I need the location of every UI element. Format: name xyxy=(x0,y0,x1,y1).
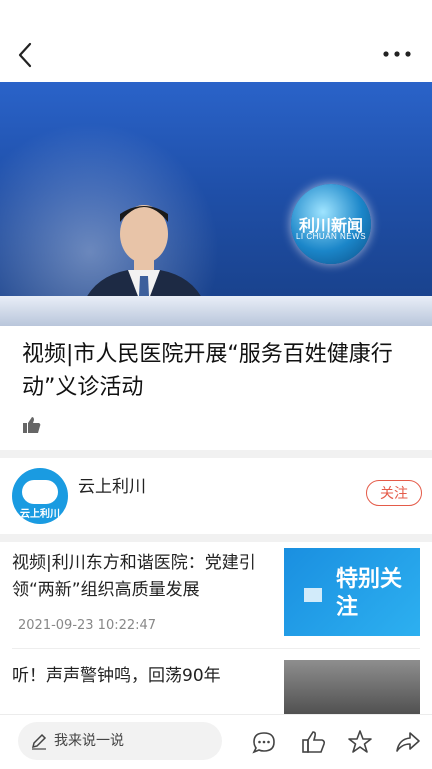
video-player[interactable]: 利川新闻 LI CHUAN NEWS xyxy=(0,82,432,326)
comment-icon[interactable] xyxy=(250,728,278,756)
list-divider xyxy=(12,648,420,649)
follow-button[interactable]: 关注 xyxy=(366,480,422,506)
related-article-thumbnail[interactable]: 特别关注 xyxy=(284,548,420,636)
top-bar xyxy=(0,0,432,82)
back-arrow-icon[interactable] xyxy=(12,40,38,70)
share-icon[interactable] xyxy=(394,728,422,756)
publisher-name[interactable]: 云上利川 xyxy=(78,472,146,497)
related-article-title[interactable]: 听！声声警钟鸣，回荡90年 xyxy=(12,664,221,688)
article-title: 视频|市人民医院开展“服务百姓健康行动”义诊活动 xyxy=(22,342,393,400)
publisher-avatar-label: 云上利川 xyxy=(20,509,60,520)
related-article-thumbnail[interactable] xyxy=(284,660,420,720)
related-article-date: 2021-09-23 10:22:47 xyxy=(18,618,157,633)
thumbs-up-icon[interactable] xyxy=(22,416,42,434)
publisher-avatar[interactable]: 云上利川 xyxy=(12,468,68,524)
comment-placeholder: 我来说一说 xyxy=(54,733,124,749)
pen-icon xyxy=(31,733,47,750)
more-dots-icon[interactable] xyxy=(380,44,414,64)
section-divider xyxy=(0,450,432,458)
section-divider xyxy=(0,534,432,542)
related-article-title[interactable]: 视频|利川东方和谐医院：党建引领“两新”组织高质量发展 xyxy=(12,550,274,604)
thumbnail-text: 特别关注 xyxy=(336,567,403,620)
video-logo-subtext: LI CHUAN NEWS xyxy=(295,232,367,241)
news-desk xyxy=(0,296,432,326)
thumbnail-badge xyxy=(304,588,322,602)
thumbs-up-icon[interactable] xyxy=(300,728,328,756)
cloud-icon xyxy=(22,480,58,504)
star-icon[interactable] xyxy=(346,728,374,756)
